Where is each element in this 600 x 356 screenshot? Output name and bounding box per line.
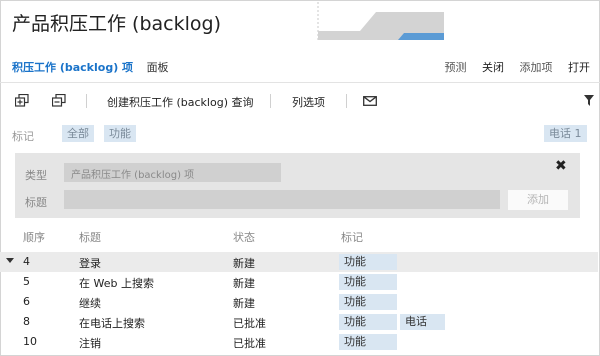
- add-button[interactable]: 添加: [508, 190, 568, 210]
- toolbar-divider: [86, 94, 87, 108]
- tag-filter-all[interactable]: 全部: [62, 125, 94, 142]
- row-state: 新建: [233, 277, 255, 290]
- forecast-link[interactable]: 预测: [445, 59, 467, 75]
- view-tabs: 积压工作 (backlog) 项 面板: [12, 59, 179, 75]
- row-order: 5: [23, 275, 30, 288]
- tag-filter-phone[interactable]: 电话 1: [544, 125, 587, 142]
- row-title[interactable]: 登录: [79, 255, 101, 271]
- envelope-icon[interactable]: [363, 96, 377, 106]
- row-tag[interactable]: 电话: [400, 314, 445, 330]
- cumulative-flow-mini-chart[interactable]: [316, 2, 448, 42]
- row-order: 8: [23, 315, 30, 328]
- create-backlog-query-button[interactable]: 创建积压工作 (backlog) 查询: [107, 94, 254, 110]
- tags-label: 标记: [12, 130, 34, 143]
- table-row[interactable]: 4 登录 新建 功能: [0, 252, 598, 272]
- page-title: 产品积压工作 (backlog): [12, 13, 221, 35]
- column-header-order[interactable]: 顺序: [23, 229, 45, 245]
- header-divider: [0, 82, 600, 83]
- row-tag[interactable]: 功能: [339, 254, 397, 270]
- expand-all-icon[interactable]: [15, 94, 29, 107]
- toolbar-divider: [346, 94, 347, 108]
- type-label: 类型: [25, 169, 47, 182]
- column-header-tags[interactable]: 标记: [341, 229, 363, 245]
- row-title[interactable]: 继续: [79, 295, 101, 311]
- tag-filter-feature[interactable]: 功能: [104, 125, 136, 142]
- tab-backlog-items[interactable]: 积压工作 (backlog) 项: [12, 59, 133, 75]
- row-state: 新建: [233, 257, 255, 270]
- row-order: 6: [23, 295, 30, 308]
- table-row[interactable]: 6 继续 新建 功能: [0, 292, 598, 312]
- chart-area-blue: [398, 33, 444, 40]
- toolbar-divider: [270, 94, 271, 108]
- close-icon[interactable]: ✖: [555, 159, 567, 173]
- row-tag[interactable]: 功能: [339, 294, 397, 310]
- column-header-title[interactable]: 标题: [79, 229, 101, 245]
- open-link[interactable]: 打开: [568, 59, 590, 75]
- tag-filter-bar: 标记 全部 功能 电话 1: [12, 125, 596, 143]
- table-row[interactable]: 5 在 Web 上搜索 新建 功能: [0, 272, 598, 292]
- row-title[interactable]: 注销: [79, 335, 101, 351]
- work-item-type-select[interactable]: 产品积压工作 (backlog) 项: [64, 163, 281, 182]
- view-actions: 预测 关闭 添加项 打开: [433, 59, 591, 75]
- add-item-panel: 类型 产品积压工作 (backlog) 项 标题 添加 ✖: [15, 153, 580, 218]
- row-order: 4: [23, 255, 30, 268]
- row-tag[interactable]: 功能: [339, 274, 397, 290]
- column-options-button[interactable]: 列选项: [292, 94, 325, 110]
- table-row[interactable]: 8 在电话上搜索 已批准 功能 电话: [0, 312, 598, 332]
- add-item-link[interactable]: 添加项: [520, 59, 553, 75]
- toolbar: 创建积压工作 (backlog) 查询 列选项: [12, 92, 600, 110]
- row-order: 10: [23, 335, 37, 348]
- tab-board[interactable]: 面板: [147, 59, 169, 75]
- row-state: 新建: [233, 297, 255, 310]
- row-caret-icon: [6, 258, 14, 263]
- row-state: 已批准: [233, 317, 266, 330]
- row-title[interactable]: 在电话上搜索: [79, 315, 145, 331]
- row-tag[interactable]: 功能: [339, 314, 397, 330]
- title-label: 标题: [25, 196, 47, 209]
- collapse-all-icon[interactable]: [52, 94, 66, 107]
- row-state: 已批准: [233, 337, 266, 350]
- filter-icon[interactable]: [584, 95, 594, 106]
- close-link[interactable]: 关闭: [482, 59, 504, 75]
- row-title[interactable]: 在 Web 上搜索: [79, 275, 154, 291]
- title-input[interactable]: [64, 190, 500, 209]
- column-header-state[interactable]: 状态: [233, 229, 255, 245]
- row-tag[interactable]: 功能: [339, 334, 397, 350]
- table-row[interactable]: 10 注销 已批准 功能: [0, 332, 598, 352]
